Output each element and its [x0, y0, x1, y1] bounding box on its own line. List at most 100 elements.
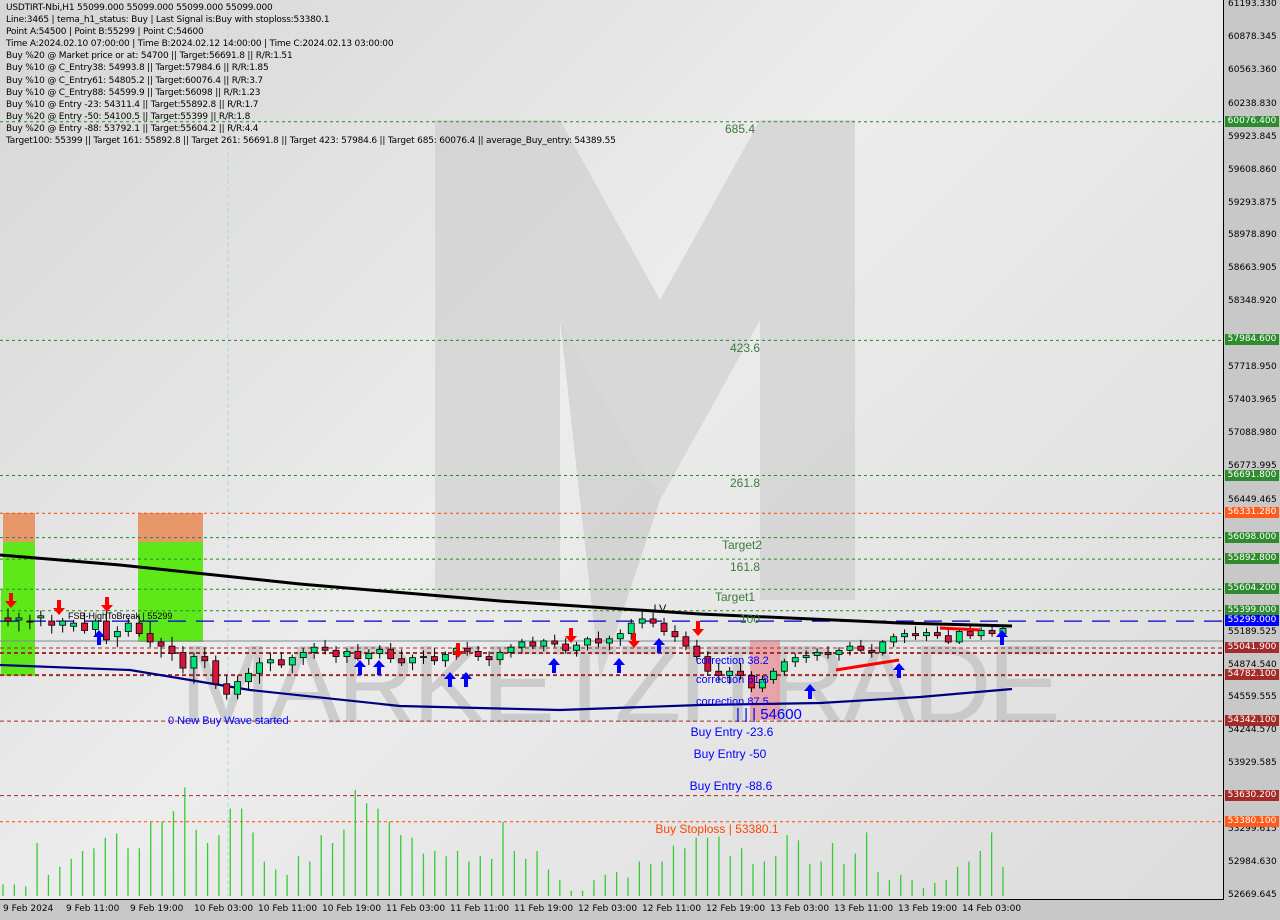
bearish-candle — [201, 656, 209, 662]
info-line: Buy %10 @ C_Entry88: 54599.9 || Target:5… — [6, 87, 261, 98]
bearish-candle — [103, 620, 110, 641]
bearish-candle — [26, 620, 34, 623]
bullish-candle — [518, 641, 526, 648]
price-tick-label: 60878.345 — [1228, 31, 1277, 42]
bullish-candle — [288, 657, 296, 666]
time-tick-label: 11 Feb 11:00 — [450, 904, 510, 914]
price-tick-label: 55189.525 — [1228, 626, 1277, 637]
level-label: 100 — [740, 612, 760, 626]
bearish-candle — [944, 635, 952, 643]
level-label: 261.8 — [730, 476, 760, 490]
info-line: Point A:54500 | Point B:55299 | Point C:… — [6, 27, 204, 38]
bearish-candle — [321, 646, 329, 651]
info-line: Buy %20 @ Market price or at: 54700 || T… — [6, 51, 293, 62]
price-axis[interactable]: 61193.330 60878.345 60563.360 60238.830 5992… — [1224, 0, 1280, 900]
bearish-candle — [223, 683, 231, 695]
bullish-candle — [923, 632, 930, 637]
bullish-candle — [584, 638, 591, 646]
bullish-candle — [92, 620, 99, 630]
bearish-candle — [595, 638, 602, 644]
price-tick-label: 59293.875 — [1228, 197, 1277, 208]
time-axis[interactable]: 9 Feb 2024 9 Feb 11:00 9 Feb 19:00 10 Feb 0… — [0, 900, 1224, 920]
bearish-candle — [179, 652, 187, 669]
bearish-candle — [649, 618, 657, 624]
price-tick-label: 52984.630 — [1228, 857, 1277, 868]
bearish-candle — [868, 649, 876, 653]
time-tick-label: 13 Feb 19:00 — [898, 904, 958, 914]
chart-area[interactable]: MARKETZITRADE 685.4 423.6 261.8 Target2 161.… — [0, 0, 1224, 900]
bearish-candle — [474, 650, 482, 657]
bullish-candle — [256, 662, 263, 674]
level-label: 423.6 — [730, 341, 760, 355]
bearish-candle — [354, 650, 362, 660]
buy-zone — [1, 590, 35, 676]
bearish-candle — [48, 620, 56, 626]
price-tick-label: 58663.905 — [1228, 263, 1277, 274]
bearish-candle — [81, 622, 88, 631]
price-tag: 54782.100 — [1225, 669, 1279, 681]
time-tick-label: 9 Feb 19:00 — [130, 904, 184, 914]
bullish-candle — [813, 652, 821, 656]
time-tick-label: 9 Feb 11:00 — [66, 904, 120, 914]
price-tick-label: 54244.570 — [1228, 725, 1277, 736]
sell-arrow-icon — [101, 597, 113, 612]
buy-stoploss-label: Buy Stoploss | 53380.1 — [655, 822, 779, 836]
price-tick-label: 60563.360 — [1228, 64, 1277, 75]
red-trendline — [939, 626, 981, 632]
bearish-candle — [168, 645, 176, 654]
price-tick-label: 53929.585 — [1228, 758, 1277, 769]
bullish-candle — [879, 641, 887, 653]
buy-entry-886-label: Buy Entry -88.6 — [690, 779, 773, 793]
bullish-candle — [802, 655, 810, 659]
fsb-label: FSB-HighToBreak | 55299 — [68, 611, 172, 621]
bullish-candle — [267, 659, 274, 664]
bearish-candle — [4, 617, 12, 622]
volume-bars — [2, 787, 1004, 896]
correction-382-label: correction 38.2 — [696, 655, 769, 667]
price-tag: 55299.000 — [1225, 615, 1279, 627]
info-line: Buy %20 @ Entry -88: 53792.1 || Target:5… — [6, 123, 259, 134]
price-tick-label: 57088.980 — [1228, 428, 1277, 439]
bullish-candle — [299, 652, 307, 659]
level-label: Target1 — [715, 590, 755, 604]
bullish-candle — [409, 657, 416, 664]
bearish-candle — [671, 631, 679, 638]
new-buy-wave-label: 0 New Buy Wave started — [168, 715, 289, 727]
bullish-candle — [638, 618, 646, 624]
bullish-candle — [124, 622, 132, 632]
info-line: Time A:2024.02.10 07:00:00 | Time B:2024… — [6, 39, 394, 50]
time-tick-label: 13 Feb 11:00 — [834, 904, 894, 914]
time-tick-label: 13 Feb 03:00 — [770, 904, 830, 914]
bearish-candle — [277, 659, 285, 666]
price-tick-label: 59923.845 — [1228, 131, 1277, 142]
bullish-candle — [605, 638, 613, 644]
bearish-candle — [332, 649, 340, 657]
bearish-candle — [146, 633, 154, 643]
info-line: Target100: 55399 || Target 161: 55892.8 … — [6, 136, 616, 147]
bullish-candle — [70, 622, 78, 627]
bearish-candle — [398, 658, 406, 664]
bullish-candle — [59, 620, 67, 626]
bullish-candle — [573, 644, 580, 651]
bearish-candle — [485, 656, 493, 661]
buy-entry-236-label: Buy Entry -23.6 — [691, 725, 774, 739]
time-tick-label: 11 Feb 19:00 — [514, 904, 574, 914]
bearish-candle — [933, 632, 941, 637]
bullish-candle — [343, 650, 351, 657]
price-tick-label: 60238.830 — [1228, 98, 1277, 109]
price-tick-label: 54559.555 — [1228, 692, 1277, 703]
bearish-candle — [966, 631, 974, 637]
price-tick-label: 58978.890 — [1228, 230, 1277, 241]
bullish-candle — [376, 648, 384, 654]
time-tick-label: 9 Feb 2024 — [3, 904, 54, 914]
price-tick-label: 58348.920 — [1228, 296, 1277, 307]
time-tick-label: 12 Feb 03:00 — [578, 904, 638, 914]
bullish-candle — [365, 653, 373, 660]
time-tick-label: 12 Feb 11:00 — [642, 904, 702, 914]
bullish-candle — [890, 636, 898, 643]
price-tick-label: 57403.965 — [1228, 395, 1277, 406]
price-tag: 54342.100 — [1225, 715, 1279, 727]
time-tick-label: 10 Feb 11:00 — [258, 904, 318, 914]
bullish-candle — [37, 615, 45, 619]
bullish-candle — [15, 617, 23, 621]
